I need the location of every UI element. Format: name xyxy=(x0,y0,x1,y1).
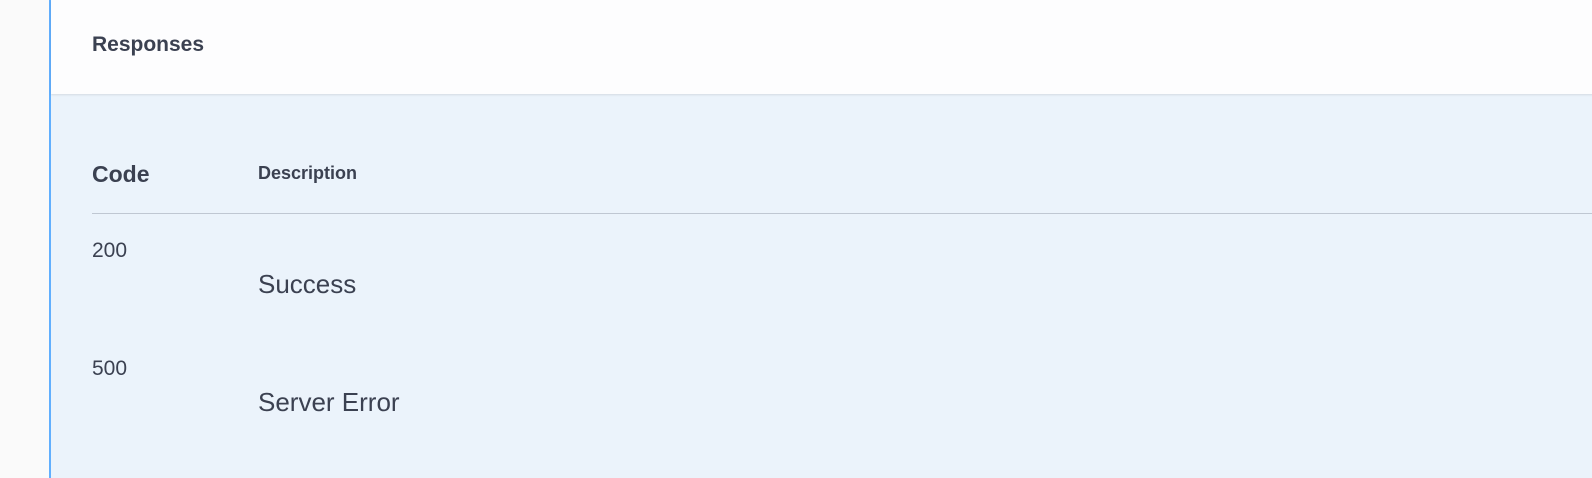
column-header-description: Description xyxy=(258,163,358,183)
responses-header: Responses xyxy=(51,0,1592,94)
response-code: 200 xyxy=(92,239,128,262)
responses-panel: Responses Code Description 200 Success 5… xyxy=(49,0,1592,478)
response-code: 500 xyxy=(92,357,128,380)
column-header-code: Code xyxy=(92,161,150,187)
responses-title: Responses xyxy=(92,33,205,56)
response-description: Server Error xyxy=(258,387,400,417)
response-description: Success xyxy=(258,269,357,299)
responses-table-header: Code Description xyxy=(92,158,1592,214)
